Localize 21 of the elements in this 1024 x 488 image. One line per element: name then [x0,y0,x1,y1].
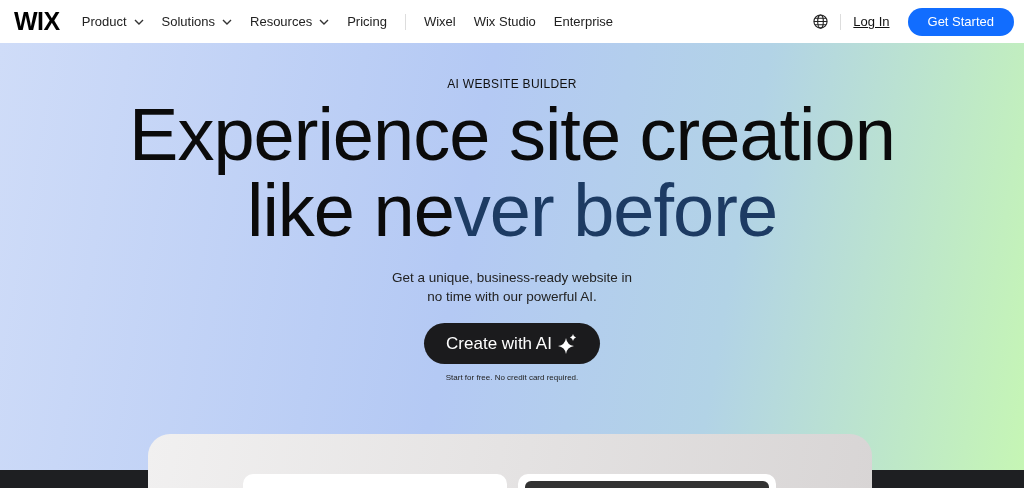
subtitle: Get a unique, business-ready website in no time with our powerful AI. [390,269,634,306]
headline: like never before [246,173,778,249]
create-with-ai-button[interactable]: Create with AI [424,323,600,364]
eyebrow-label: AI WEBSITE BUILDER [447,77,577,91]
logo[interactable]: WIX [14,7,60,36]
nav-menu-item[interactable]: Solutions [161,14,232,29]
chevron-down-icon [133,18,144,25]
sparkle-icon [557,333,578,354]
login-link[interactable]: Log In [853,14,890,29]
note-text: Start for free. No credit card required. [445,373,579,382]
nav-menu-item[interactable]: Pricing [347,14,387,29]
chevron-down-icon [222,18,232,25]
nav-menu-item[interactable]: Product [81,14,144,29]
headline: Experience site creation [129,97,895,173]
nav-menu-item[interactable]: Resources [250,14,330,29]
nav-link[interactable]: Wixel [423,14,456,29]
nav-link[interactable]: Enterprise [553,14,614,29]
nav-link[interactable]: Wix Studio [473,14,536,29]
globe-icon[interactable] [813,14,829,29]
get-started-button[interactable]: Get Started [907,7,1014,36]
chevron-down-icon [319,18,330,25]
